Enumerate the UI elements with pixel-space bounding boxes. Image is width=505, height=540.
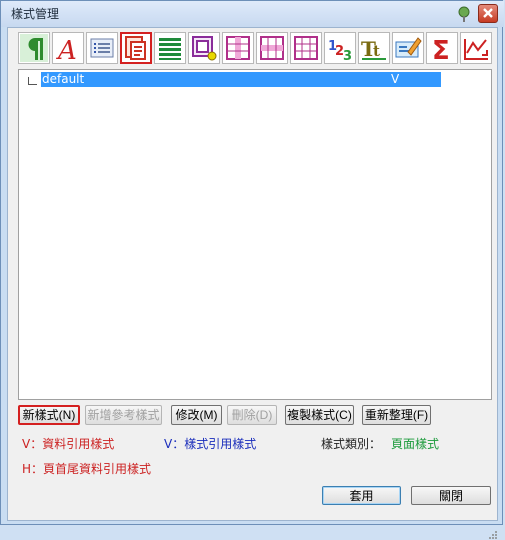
style-manager-window: 樣式管理 A 1 2 3 T t Σ default V 新樣式(N) 新增參考… bbox=[0, 0, 504, 539]
toolbar-btn-frame[interactable] bbox=[188, 32, 220, 64]
copy-style-button[interactable]: 複製樣式(C) bbox=[285, 405, 354, 425]
close-button[interactable]: 關閉 bbox=[411, 486, 491, 505]
tree-item-flag: V bbox=[391, 72, 400, 86]
toolbar-btn-font[interactable]: Tt bbox=[358, 32, 390, 64]
tree-connector bbox=[28, 77, 37, 85]
style-tree[interactable]: default V bbox=[18, 69, 492, 400]
svg-text:t: t bbox=[373, 42, 380, 60]
toolbar-btn-chart[interactable] bbox=[460, 32, 492, 64]
edit-style-icon bbox=[395, 37, 422, 58]
text-style-icon: A bbox=[56, 36, 77, 62]
title-bar[interactable]: 樣式管理 bbox=[1, 1, 504, 27]
resize-grip-icon[interactable] bbox=[488, 530, 498, 540]
svg-text:3: 3 bbox=[343, 49, 352, 62]
toolbar-btn-sum[interactable]: Σ bbox=[426, 32, 458, 64]
toolbar-btn-rowband[interactable] bbox=[256, 32, 288, 64]
pin-icon[interactable] bbox=[455, 5, 473, 23]
pilcrow-icon bbox=[20, 34, 48, 62]
svg-text:A: A bbox=[56, 36, 77, 62]
reorganize-button[interactable]: 重新整理(F) bbox=[362, 405, 431, 425]
legend-style-ref: V：樣式引用樣式 bbox=[164, 437, 257, 451]
toolbar-btn-text[interactable]: A bbox=[52, 32, 84, 64]
style-category-label: 樣式類別： bbox=[321, 437, 382, 451]
frame-style-icon bbox=[192, 36, 217, 61]
close-window-button[interactable] bbox=[478, 4, 498, 23]
toolbar-btn-column[interactable] bbox=[222, 32, 254, 64]
number-style-icon: 123 bbox=[328, 39, 352, 62]
tree-item-name: default bbox=[42, 72, 85, 86]
toolbar-btn-page[interactable] bbox=[120, 32, 152, 64]
toolbar-btn-number[interactable]: 123 bbox=[324, 32, 356, 64]
style-category-value: 頁面樣式 bbox=[391, 437, 440, 451]
grid-style-icon bbox=[294, 36, 318, 60]
page-style-icon bbox=[125, 36, 146, 60]
tree-item-default[interactable]: default V bbox=[41, 72, 441, 87]
new-reference-style-button[interactable]: 新增參考樣式 bbox=[85, 405, 162, 425]
font-style-icon: Tt bbox=[361, 37, 386, 61]
toolbar-btn-rows[interactable] bbox=[154, 32, 186, 64]
column-style-icon bbox=[226, 36, 250, 60]
row-band-icon bbox=[260, 36, 284, 60]
list-style-icon bbox=[90, 38, 114, 58]
apply-button[interactable]: 套用 bbox=[322, 486, 401, 505]
svg-text:Σ: Σ bbox=[432, 36, 450, 62]
toolbar-btn-grid[interactable] bbox=[290, 32, 322, 64]
sum-style-icon: Σ bbox=[432, 36, 450, 62]
delete-button[interactable]: 刪除(D) bbox=[227, 405, 277, 425]
toolbar-btn-edit[interactable] bbox=[392, 32, 424, 64]
legend-data-ref: V：資料引用樣式 bbox=[22, 437, 115, 451]
window-title: 樣式管理 bbox=[11, 7, 60, 21]
toolbar-btn-list[interactable] bbox=[86, 32, 118, 64]
modify-button[interactable]: 修改(M) bbox=[171, 405, 222, 425]
close-icon bbox=[483, 8, 493, 18]
new-style-button[interactable]: 新樣式(N) bbox=[18, 405, 80, 425]
rows-style-icon bbox=[159, 38, 181, 60]
legend-header-ref: H：頁首尾資料引用樣式 bbox=[22, 462, 152, 476]
toolbar-btn-paragraph[interactable] bbox=[18, 32, 50, 64]
dialog-client-area: A 123 T t Σ default V 新樣式(N) 新增參考樣式 修改(M… bbox=[7, 27, 498, 539]
chart-style-icon bbox=[464, 39, 488, 60]
